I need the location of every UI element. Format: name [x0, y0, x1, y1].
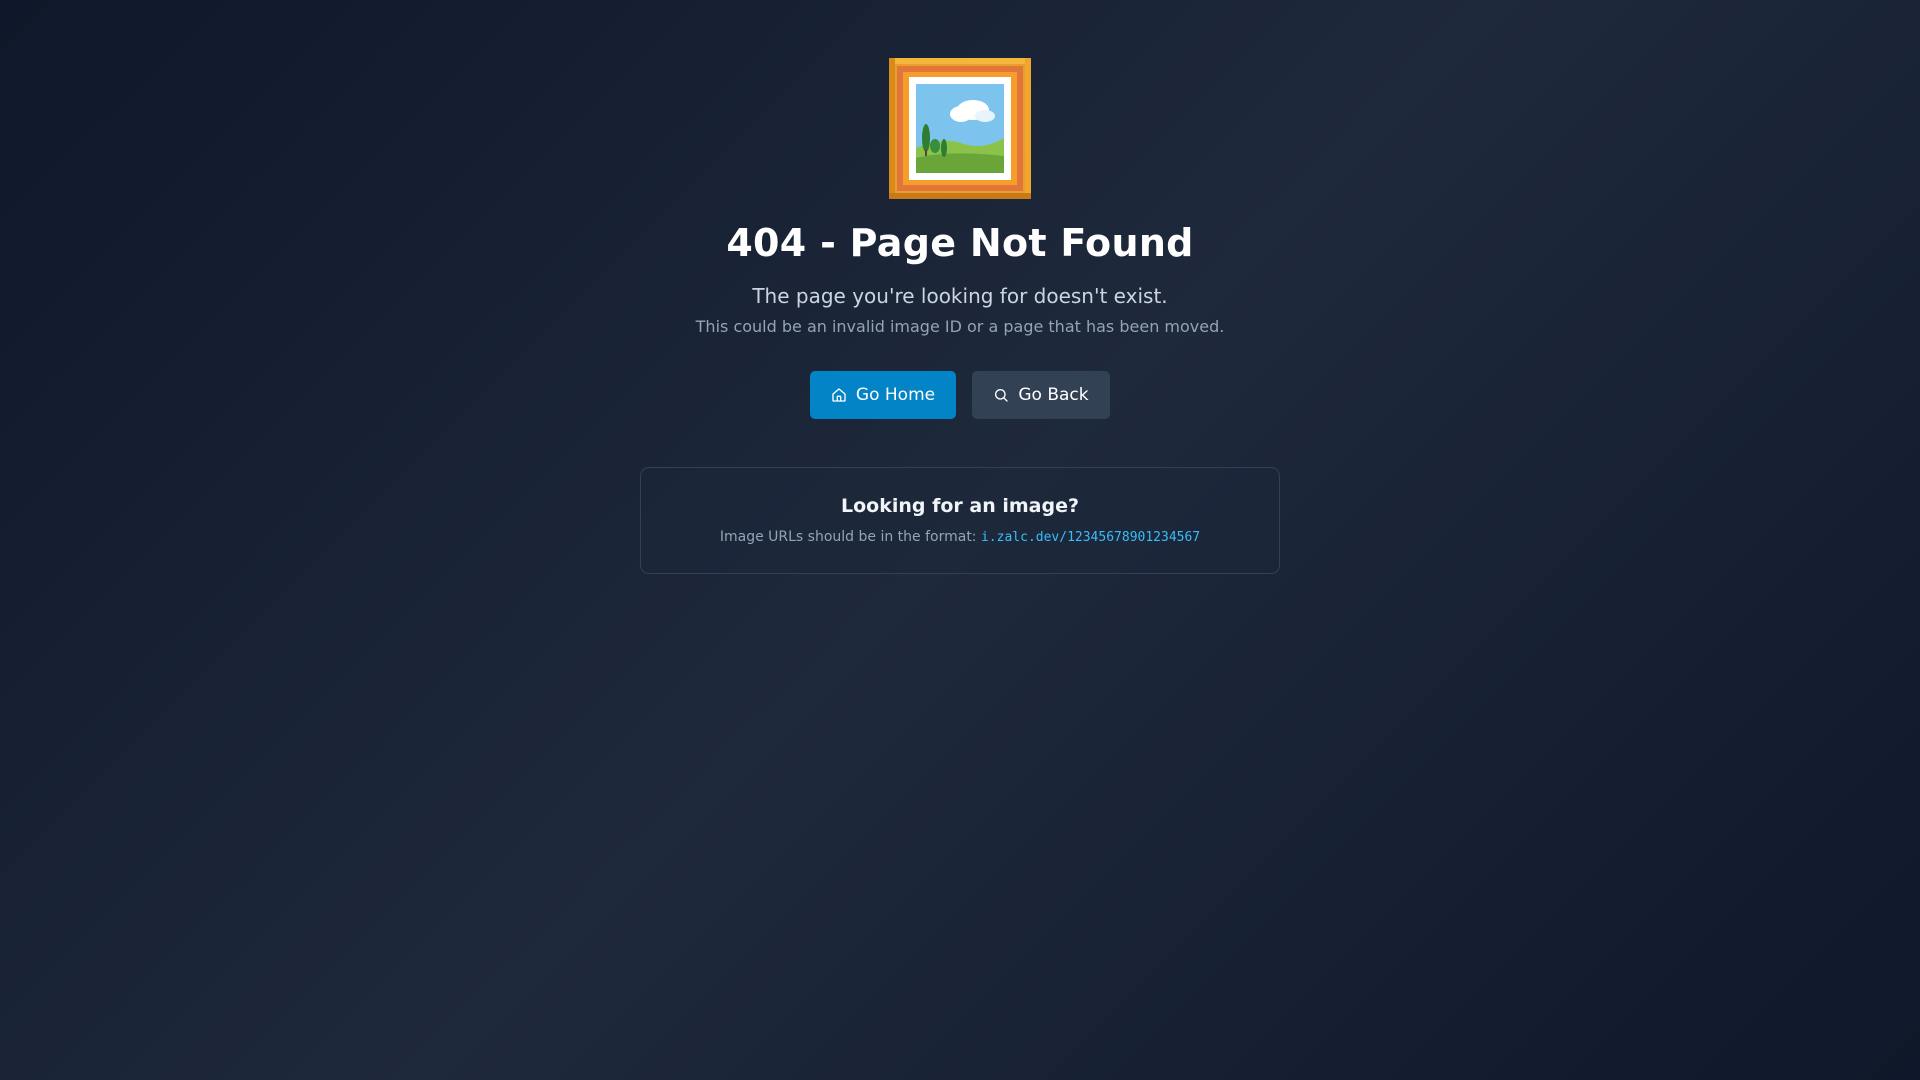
action-buttons: Go Home Go Back [810, 371, 1110, 419]
url-format-example: i.zalc.dev/12345678901234567 [980, 530, 1201, 545]
go-back-button[interactable]: Go Back [972, 371, 1110, 419]
page-title: 404 - Page Not Found [726, 221, 1194, 265]
go-home-label: Go Home [855, 385, 936, 405]
hint-text-label: Image URLs should be in the format: [719, 529, 981, 545]
hint-title: Looking for an image? [840, 495, 1079, 517]
not-found-page: 404 - Page Not Found The page you're loo… [0, 0, 1920, 574]
hint-text: Image URLs should be in the format: i.za… [720, 527, 1200, 548]
error-detail: This could be an invalid image ID or a p… [695, 317, 1225, 336]
go-home-button[interactable]: Go Home [810, 371, 956, 419]
go-back-label: Go Back [1018, 385, 1089, 405]
framed-picture-icon [889, 58, 1031, 199]
image-hint-card: Looking for an image? Image URLs should … [640, 467, 1280, 574]
error-subtitle: The page you're looking for doesn't exis… [752, 284, 1168, 308]
home-icon [832, 388, 846, 402]
search-icon [995, 389, 1009, 402]
